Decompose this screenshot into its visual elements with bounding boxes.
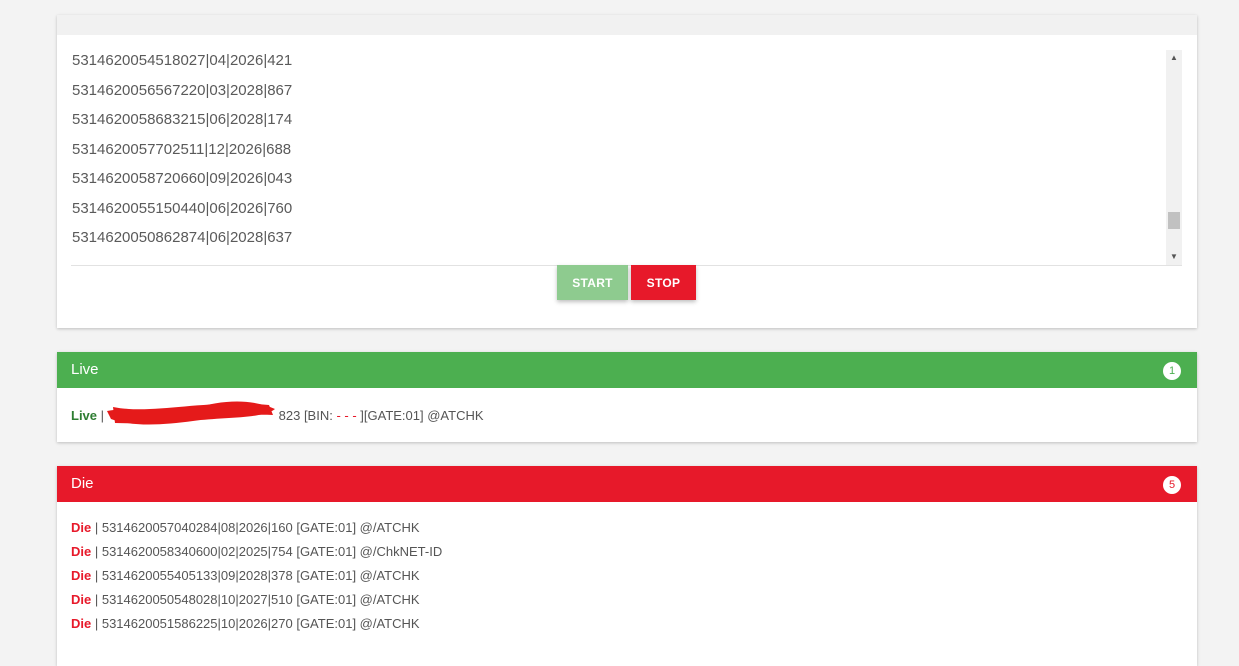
die-row-text: | 5314620055405133|09|2028|378 [GATE:01]…: [91, 568, 420, 583]
die-title: Die: [71, 475, 94, 492]
die-row-text: | 5314620050548028|10|2027|510 [GATE:01]…: [91, 592, 420, 607]
textarea-line: 5314620054518027|04|2026|421: [72, 52, 293, 69]
bin-label: [BIN:: [300, 408, 337, 423]
die-result-row: Die | 5314620050548028|10|2027|510 [GATE…: [71, 588, 1197, 612]
stop-button[interactable]: STOP: [631, 265, 696, 300]
triangle-up-icon[interactable]: ▲: [1166, 50, 1182, 66]
textarea-line: 5314620050862874|06|2028|637: [72, 229, 293, 246]
textarea-content: 5314620054518027|04|2026|421 53146200565…: [72, 50, 292, 257]
textarea-line: 5314620055150440|06|2026|760: [72, 199, 293, 217]
card-suffix: 823: [278, 408, 301, 423]
textarea-line: 5314620058683215|06|2028|174: [72, 111, 293, 128]
textarea-scrollbar[interactable]: ▲ ▼: [1166, 50, 1182, 265]
die-result-row: Die | 5314620058340600|02|2025|754 [GATE…: [71, 540, 1197, 564]
die-result-row: Die | 5314620055405133|09|2028|378 [GATE…: [71, 564, 1197, 588]
textarea-line: 5314620057702511|12|2026|688: [72, 140, 292, 158]
die-results: Die | 5314620057040284|08|2026|160 [GATE…: [57, 502, 1197, 636]
die-result-row: Die | 5314620057040284|08|2026|160 [GATE…: [71, 516, 1197, 540]
live-card: Live 1 Live | 823 [BIN: - - - ][GATE:01]…: [57, 352, 1197, 442]
redaction-scribble: [107, 401, 275, 425]
input-card: 5314620054518027|04|2026|421 53146200565…: [57, 15, 1197, 328]
die-row-text: | 5314620058340600|02|2025|754 [GATE:01]…: [91, 544, 443, 559]
die-tag: Die: [71, 592, 92, 607]
gate-info: ][GATE:01] @ATCHK: [356, 408, 484, 423]
live-tag: Live: [71, 408, 98, 423]
die-card: Die 5 Die | 5314620057040284|08|2026|160…: [57, 466, 1197, 666]
scrollbar-thumb[interactable]: [1168, 212, 1180, 229]
textarea-line: 5314620056567220|03|2028|867: [72, 81, 293, 99]
textarea-line: 5314620058720660|09|2026|043: [72, 170, 293, 187]
card-list-textarea[interactable]: 5314620054518027|04|2026|421 53146200565…: [71, 50, 1182, 266]
card-topbar: [57, 15, 1197, 35]
bin-value: - - -: [336, 408, 357, 423]
start-button[interactable]: START: [557, 265, 628, 300]
die-row-text: | 5314620051586225|10|2026|270 [GATE:01]…: [91, 616, 420, 631]
die-count-badge: 5: [1163, 476, 1181, 494]
live-header: Live 1: [57, 352, 1197, 388]
die-result-row: Die | 5314620051586225|10|2026|270 [GATE…: [71, 612, 1197, 636]
die-tag: Die: [71, 520, 92, 535]
die-header: Die 5: [57, 466, 1197, 502]
triangle-down-icon[interactable]: ▼: [1166, 249, 1182, 265]
die-tag: Die: [71, 568, 92, 583]
live-title: Live: [71, 361, 99, 378]
die-row-text: | 5314620057040284|08|2026|160 [GATE:01]…: [91, 520, 420, 535]
live-count-badge: 1: [1163, 362, 1181, 380]
die-tag: Die: [71, 544, 92, 559]
die-tag: Die: [71, 616, 92, 631]
